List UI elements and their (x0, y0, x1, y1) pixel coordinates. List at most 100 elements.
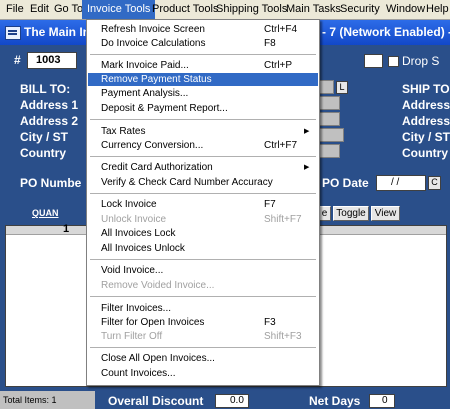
net-days-label: Net Days (309, 394, 361, 408)
menu-item-label: All Invoices Unlock (101, 243, 185, 254)
menu-item-label: Filter Invoices... (101, 303, 172, 314)
invoice-number-value: 1003 (36, 54, 61, 66)
calendar-button[interactable]: C (428, 176, 441, 190)
submenu-arrow-icon: ▶ (304, 164, 310, 171)
menu-lock-invoice[interactable]: Lock Invoice F7 (88, 198, 318, 211)
menu-mark-invoice-paid[interactable]: Mark Invoice Paid... Ctrl+P (88, 59, 318, 72)
window-title-suffix: - 7 (Network Enabled) - (322, 25, 450, 39)
overall-discount-field[interactable]: 0.0 (215, 394, 249, 408)
l-button[interactable]: L (336, 81, 348, 94)
menu-tax-rates[interactable]: Tax Rates ▶ (88, 125, 318, 138)
menu-remove-voided-invoice: Remove Voided Invoice... (88, 279, 318, 292)
quan-column-label: QUAN (32, 208, 59, 218)
bill-field-2[interactable] (318, 96, 340, 110)
menu-item-label: Lock Invoice (101, 199, 157, 210)
ship-country-label: Country (402, 146, 448, 160)
view-button[interactable]: View (371, 206, 400, 221)
window-title: The Main In (24, 25, 90, 39)
menu-item-label: Close All Open Invoices... (101, 353, 215, 364)
field-near-drop-ship[interactable] (364, 54, 383, 68)
submenu-arrow-icon: ▶ (304, 128, 310, 135)
menu-item-shortcut: Ctrl+F7 (264, 140, 298, 151)
menu-item-label: Deposit & Payment Report... (101, 103, 228, 114)
menu-separator (90, 193, 316, 194)
menu-remove-payment-status[interactable]: Remove Payment Status (88, 73, 318, 86)
ship-address1-label: Address (402, 98, 450, 112)
menu-deposit-payment-report[interactable]: Deposit & Payment Report... (88, 102, 318, 115)
net-days-value: 0 (382, 395, 388, 406)
menu-credit-card-authorization[interactable]: Credit Card Authorization ▶ (88, 161, 318, 174)
ship-to-label: SHIP TO (402, 82, 450, 96)
menu-do-invoice-calculations[interactable]: Do Invoice Calculations F8 (88, 37, 318, 50)
menu-separator (90, 347, 316, 348)
total-items-label: Total Items: 1 (3, 395, 57, 405)
menu-item-label: Remove Voided Invoice... (101, 280, 215, 291)
drop-ship-checkbox[interactable] (388, 56, 399, 67)
menu-security[interactable]: Security (335, 0, 385, 19)
menu-item-label: Remove Payment Status (101, 74, 212, 85)
overall-discount-value: 0.0 (230, 395, 244, 406)
menu-help[interactable]: Help (421, 0, 450, 19)
row1-quantity[interactable]: 1 (63, 223, 69, 235)
net-days-field[interactable]: 0 (369, 394, 395, 408)
city-st-label: City / ST (20, 130, 69, 144)
ship-address2-label: Address (402, 114, 450, 128)
menu-invoice-tools[interactable]: Invoice Tools (82, 0, 156, 19)
menu-item-shortcut: Shift+F7 (264, 214, 302, 225)
menu-item-label: Do Invoice Calculations (101, 38, 206, 49)
menu-item-label: Verify & Check Card Number Accuracy (101, 177, 273, 188)
menu-separator (90, 296, 316, 297)
menu-item-label: Unlock Invoice (101, 214, 167, 225)
menu-all-invoices-lock[interactable]: All Invoices Lock (88, 227, 318, 240)
menu-bar: File Edit Go To Invoice Tools Product To… (0, 0, 450, 20)
menu-item-label: Count Invoices... (101, 368, 176, 379)
invoice-tools-menu: Refresh Invoice Screen Ctrl+F4 Do Invoice… (86, 19, 320, 386)
menu-count-invoices[interactable]: Count Invoices... (88, 367, 318, 380)
drop-ship-label: Drop S (402, 54, 440, 68)
po-number-label: PO Numbe (20, 176, 82, 190)
menu-item-label: Currency Conversion... (101, 140, 204, 151)
menu-filter-open-invoices[interactable]: Filter for Open Invoices F3 (88, 316, 318, 329)
menu-close-all-open-invoices[interactable]: Close All Open Invoices... (88, 352, 318, 365)
menu-item-label: Credit Card Authorization (101, 162, 213, 173)
menu-item-label: Refresh Invoice Screen (101, 24, 205, 35)
menu-void-invoice[interactable]: Void Invoice... (88, 264, 318, 277)
menu-separator (90, 156, 316, 157)
menu-all-invoices-unlock[interactable]: All Invoices Unlock (88, 242, 318, 255)
menu-item-label: Filter for Open Invoices (101, 317, 205, 328)
country-label: Country (20, 146, 66, 160)
overall-discount-label: Overall Discount (108, 394, 204, 408)
menu-item-label: Mark Invoice Paid... (101, 60, 189, 71)
menu-item-shortcut: Ctrl+F4 (264, 24, 298, 35)
menu-item-shortcut: F3 (264, 317, 276, 328)
menu-refresh-invoice-screen[interactable]: Refresh Invoice Screen Ctrl+F4 (88, 23, 318, 36)
toggle-button[interactable]: Toggle (333, 206, 369, 221)
menu-unlock-invoice: Unlock Invoice Shift+F7 (88, 213, 318, 226)
menu-item-label: Void Invoice... (101, 265, 164, 276)
invoice-number-field[interactable]: 1003 (27, 52, 77, 69)
invoice-hash-label: # (14, 53, 21, 67)
window-icon (5, 26, 21, 40)
po-date-label: PO Date (322, 176, 369, 190)
menu-item-label: Turn Filter Off (101, 331, 163, 342)
po-date-field[interactable]: / / (376, 175, 426, 191)
status-area: Total Items: 1 Overall Discount 0.0 Net … (0, 391, 450, 409)
menu-payment-analysis[interactable]: Payment Analysis... (88, 87, 318, 100)
menu-item-shortcut: Ctrl+P (264, 60, 293, 71)
menu-separator (90, 259, 316, 260)
menu-verify-card-number[interactable]: Verify & Check Card Number Accuracy (88, 176, 318, 189)
bill-field-4[interactable] (318, 128, 344, 142)
menu-item-label: Tax Rates (101, 126, 146, 137)
bill-field-5[interactable] (318, 144, 340, 158)
menu-separator (90, 119, 316, 120)
bottom-panel: Overall Discount 0.0 Net Days 0 (95, 391, 450, 409)
menu-currency-conversion[interactable]: Currency Conversion... Ctrl+F7 (88, 139, 318, 152)
bill-field-3[interactable] (318, 112, 340, 126)
menu-separator (90, 54, 316, 55)
menu-item-shortcut: Shift+F3 (264, 331, 302, 342)
bill-field-1[interactable] (318, 80, 334, 94)
menu-item-shortcut: F7 (264, 199, 276, 210)
menu-turn-filter-off: Turn Filter Off Shift+F3 (88, 330, 318, 343)
menu-item-shortcut: F8 (264, 38, 276, 49)
menu-filter-invoices[interactable]: Filter Invoices... (88, 302, 318, 315)
